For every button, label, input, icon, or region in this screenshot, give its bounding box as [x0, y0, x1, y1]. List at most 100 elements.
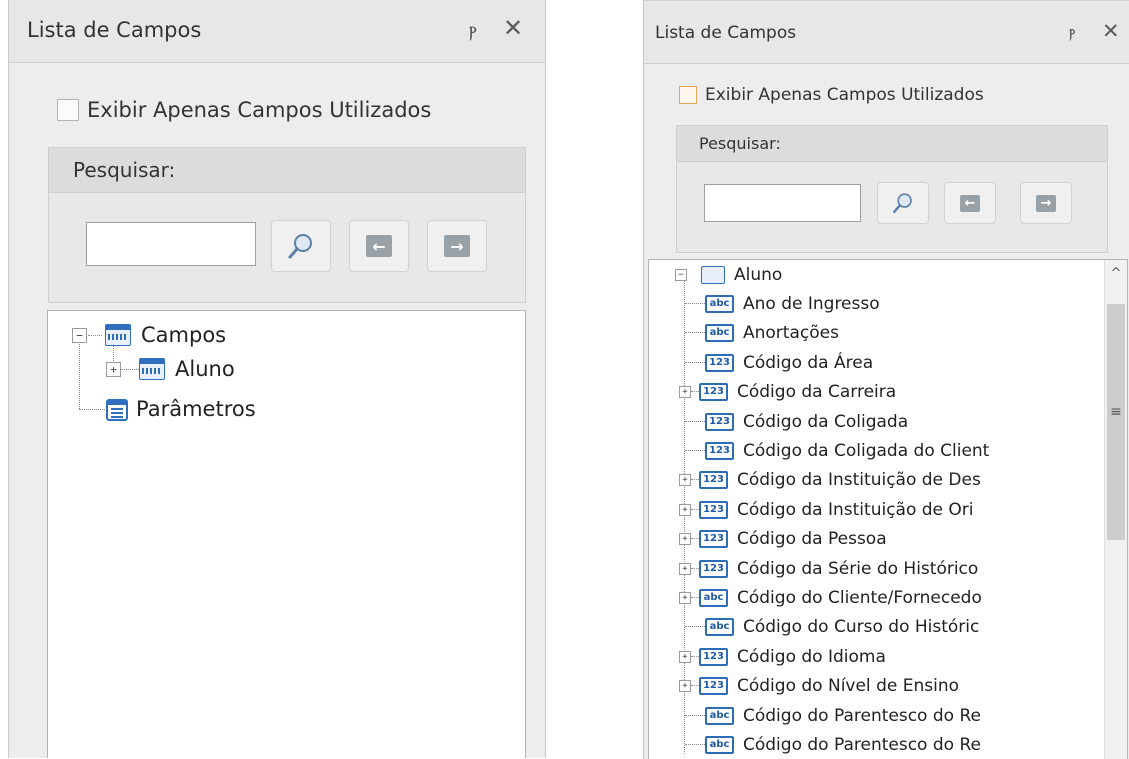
- magnifier-icon: [893, 193, 912, 213]
- expand-icon[interactable]: +: [679, 591, 691, 604]
- tree-field-item[interactable]: abc Anortações: [685, 318, 839, 347]
- expand-icon[interactable]: +: [679, 679, 691, 692]
- tree-field-item[interactable]: +123 Código da Série do Histórico: [679, 554, 979, 583]
- tree-field-label: Código da Área: [743, 352, 874, 373]
- pin-icon[interactable]: ⲣ: [469, 17, 477, 42]
- table-icon: [105, 324, 131, 346]
- arrow-right-icon: →: [444, 235, 470, 257]
- tree-node-aluno[interactable]: − Aluno: [675, 260, 782, 289]
- show-used-fields-label: Exibir Apenas Campos Utilizados: [87, 98, 432, 122]
- arrow-left-icon: ←: [960, 194, 980, 212]
- numeric-field-icon: 123: [705, 412, 734, 431]
- tree-node-aluno[interactable]: + Aluno: [106, 357, 235, 381]
- expand-icon[interactable]: +: [106, 361, 121, 377]
- show-used-fields-checkbox[interactable]: [679, 86, 697, 104]
- tree-field-item[interactable]: abc Código do Parentesco do Re: [685, 701, 981, 730]
- expand-icon[interactable]: +: [679, 385, 691, 398]
- tree-field-item[interactable]: abc Ano de Ingresso: [685, 289, 880, 318]
- tree-field-label: Código do Nível de Ensino: [737, 675, 959, 696]
- tree-field-label: Código da Carreira: [737, 381, 897, 402]
- tree-field-item[interactable]: abc Código do Curso do Históric: [685, 612, 979, 641]
- tree-node-campos[interactable]: − Campos: [72, 323, 226, 347]
- collapse-icon[interactable]: −: [72, 327, 87, 343]
- field-tree: − Aluno abc Ano de Ingresso abc Anortações 1…: [648, 259, 1128, 759]
- search-label: Pesquisar:: [73, 158, 176, 182]
- search-button[interactable]: [877, 182, 929, 224]
- close-icon[interactable]: ✕: [503, 14, 523, 42]
- numeric-field-icon: 123: [705, 441, 734, 460]
- tree-field-label: Código da Coligada do Client: [743, 440, 990, 461]
- tree-field-label: Código da Pessoa: [737, 528, 887, 549]
- tree-node-label: Parâmetros: [136, 397, 256, 421]
- expand-icon[interactable]: +: [679, 473, 691, 486]
- numeric-field-icon: 123: [699, 500, 728, 519]
- numeric-field-icon: 123: [699, 382, 728, 401]
- tree-field-label: Ano de Ingresso: [743, 293, 880, 314]
- expand-icon[interactable]: +: [679, 562, 691, 575]
- numeric-field-icon: 123: [699, 559, 728, 578]
- vertical-scrollbar[interactable]: ^ ≡: [1104, 260, 1127, 759]
- panel-title: Lista de Campos: [27, 18, 202, 42]
- scroll-up-icon[interactable]: ^: [1105, 266, 1127, 281]
- tree-field-item[interactable]: +123 Código da Instituição de Ori: [679, 495, 974, 524]
- tree-field-item[interactable]: +123 Código da Pessoa: [679, 524, 887, 553]
- tree-field-item[interactable]: 123 Código da Área: [685, 348, 873, 377]
- scrollbar-thumb[interactable]: ≡: [1107, 304, 1125, 540]
- magnifier-icon: [288, 234, 312, 259]
- field-list-panel-right: Lista de Campos ⲣ ✕ Exibir Apenas Campos…: [643, 0, 1129, 759]
- tree-field-label: Anortações: [743, 322, 839, 343]
- search-input[interactable]: [704, 184, 861, 222]
- tree-field-item[interactable]: +123 Código da Carreira: [679, 377, 897, 406]
- tree-field-item[interactable]: +123 Código da Instituição de Des: [679, 465, 981, 494]
- tree-field-label: Código da Série do Histórico: [737, 558, 979, 579]
- tree-field-label: Código do Idioma: [737, 646, 886, 667]
- tree-field-item[interactable]: +123 Código do Idioma: [679, 642, 886, 671]
- search-button[interactable]: [271, 220, 331, 272]
- numeric-field-icon: 123: [699, 676, 728, 695]
- tree-field-label: Código do Cliente/Fornecedo: [737, 587, 982, 608]
- search-label: Pesquisar:: [699, 134, 781, 153]
- search-group: Pesquisar: ← →: [676, 125, 1108, 253]
- tree-field-label: Código do Parentesco do Re: [743, 734, 981, 755]
- arrow-right-icon: →: [1036, 194, 1056, 212]
- show-used-fields-checkbox[interactable]: [57, 99, 79, 121]
- close-icon[interactable]: ✕: [1102, 19, 1120, 43]
- panel-titlebar: Lista de Campos ⲣ ✕: [644, 1, 1129, 64]
- show-used-fields-option[interactable]: Exibir Apenas Campos Utilizados: [679, 85, 984, 105]
- text-field-icon: abc: [699, 588, 728, 607]
- expand-icon[interactable]: +: [679, 532, 691, 545]
- tree-field-label: Código da Instituição de Ori: [737, 499, 974, 520]
- tree-field-label: Código do Curso do Históric: [743, 616, 980, 637]
- expand-icon[interactable]: +: [679, 650, 691, 663]
- arrow-left-icon: ←: [366, 235, 392, 257]
- tree-node-label: Campos: [141, 323, 227, 347]
- tree-field-item[interactable]: 123 Código da Coligada: [685, 407, 908, 436]
- search-input[interactable]: [86, 222, 256, 266]
- search-group-header: Pesquisar:: [49, 148, 525, 193]
- scrollbar-grip-icon: ≡: [1110, 404, 1122, 420]
- show-used-fields-option[interactable]: Exibir Apenas Campos Utilizados: [57, 98, 431, 122]
- numeric-field-icon: 123: [699, 470, 728, 489]
- tree-field-item[interactable]: +123 Código do Nível de Ensino: [679, 671, 959, 700]
- pin-icon[interactable]: ⲣ: [1069, 22, 1075, 42]
- numeric-field-icon: 123: [699, 647, 728, 666]
- tree-field-label: Código do Parentesco do Re: [743, 705, 981, 726]
- field-list-panel-left: Lista de Campos ⲣ ✕ Exibir Apenas Campos…: [8, 0, 546, 758]
- tree-field-label: Código da Instituição de Des: [737, 469, 981, 490]
- find-next-button[interactable]: →: [1020, 182, 1072, 224]
- find-previous-button[interactable]: ←: [349, 220, 409, 272]
- search-group: Pesquisar: ← →: [48, 147, 526, 303]
- tree-field-item[interactable]: abc Código do Parentesco do Re: [685, 730, 981, 759]
- tree-field-item[interactable]: 123 Código da Coligada do Client: [685, 436, 989, 465]
- tree-field-label: Código da Coligada: [743, 411, 909, 432]
- tree-field-item[interactable]: + abc Código do Cliente/Fornecedo: [679, 583, 982, 612]
- text-field-icon: abc: [705, 323, 734, 342]
- find-previous-button[interactable]: ←: [944, 182, 996, 224]
- tree-node-parametros[interactable]: Parâmetros: [106, 397, 256, 421]
- panel-title: Lista de Campos: [655, 23, 797, 43]
- text-field-icon: abc: [705, 735, 734, 754]
- tree-node-label: Aluno: [734, 264, 783, 285]
- find-next-button[interactable]: →: [427, 220, 487, 272]
- expand-icon[interactable]: +: [679, 503, 691, 516]
- collapse-icon[interactable]: −: [675, 268, 687, 281]
